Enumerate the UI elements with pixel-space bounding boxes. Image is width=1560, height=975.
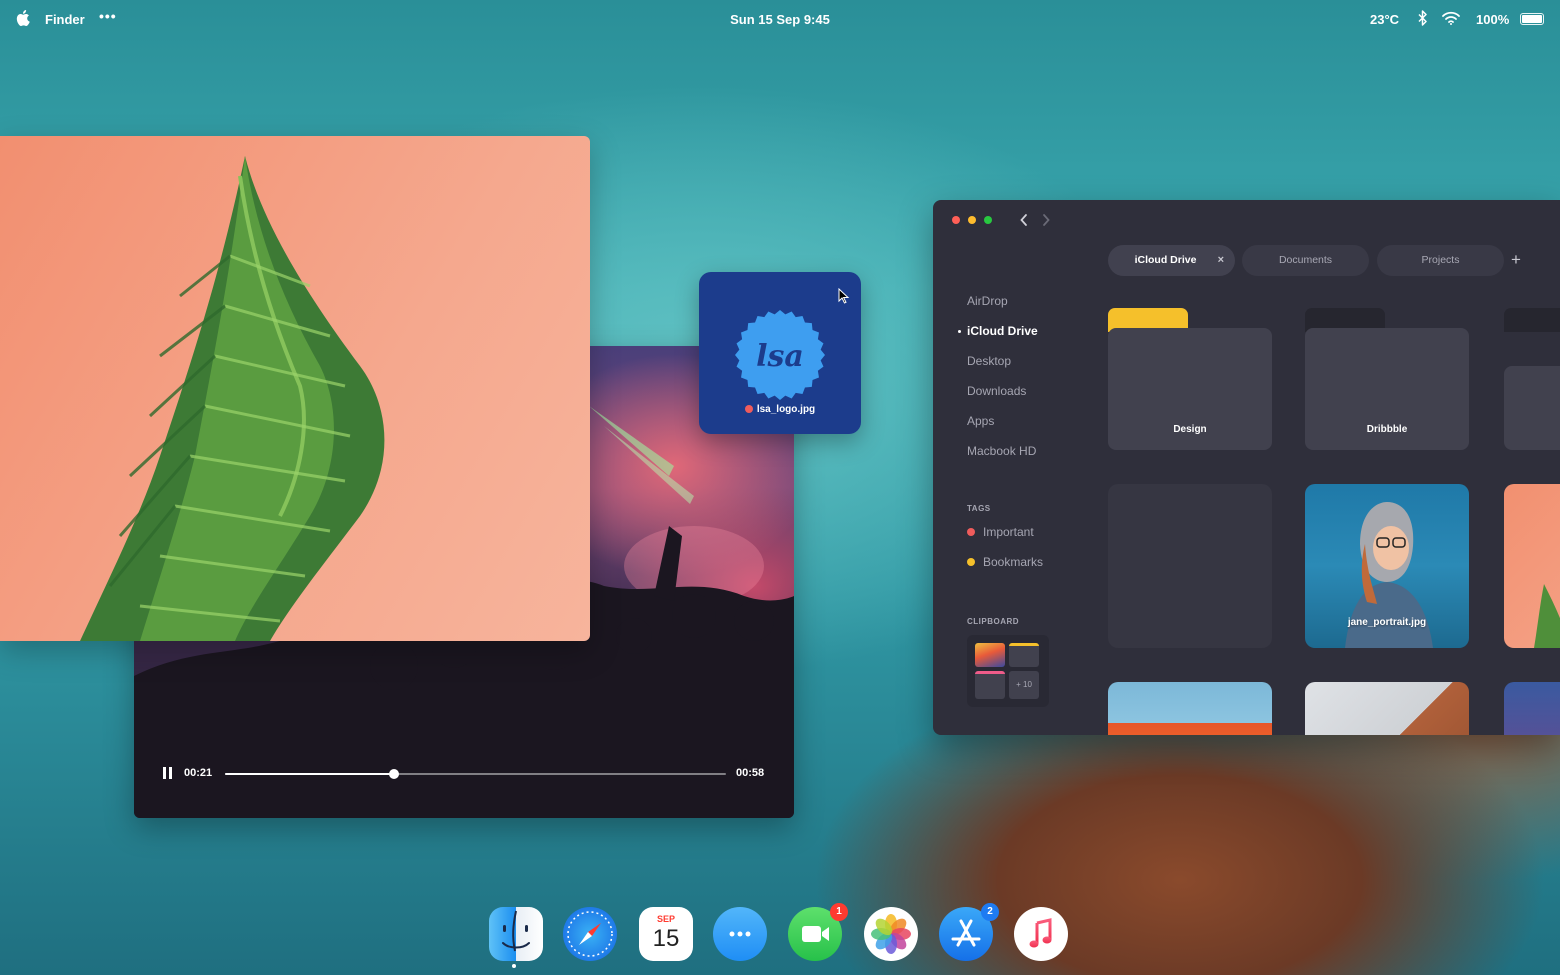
tab-label: Projects	[1421, 254, 1460, 266]
calendar-icon-day: 15	[652, 925, 680, 952]
clipboard-thumb	[975, 671, 1005, 699]
sidebar-tag-bookmarks[interactable]: Bookmarks	[983, 555, 1043, 569]
dock-facetime[interactable]: 1	[788, 903, 848, 961]
minimize-window-button[interactable]	[968, 216, 976, 224]
image-tile-label: jane_portrait.jpg	[1347, 617, 1427, 628]
dragged-file-lsa-logo[interactable]: lsa lsa_logo.jpg	[699, 272, 861, 434]
dock-finder[interactable]	[489, 907, 543, 961]
dock-photos[interactable]	[864, 907, 918, 961]
pine-thumbnail	[1534, 584, 1560, 648]
dragged-file-name: lsa_logo.jpg	[699, 404, 861, 415]
clipboard-thumb	[975, 643, 1005, 667]
notification-badge: 1	[830, 903, 848, 921]
add-tab-button[interactable]: +	[1511, 251, 1521, 269]
folder-dribbble[interactable]: Dribbble	[1305, 308, 1469, 450]
photos-icon	[871, 914, 911, 954]
back-chevron-icon[interactable]	[1019, 213, 1029, 227]
tag-dot-bookmarks	[967, 558, 975, 566]
tab-label: iCloud Drive	[1134, 254, 1197, 266]
dragged-file-label: lsa_logo.jpg	[756, 404, 816, 415]
video-seek-progress	[225, 773, 395, 775]
tags-heading: TAGS	[967, 504, 991, 513]
sidebar-item-airdrop[interactable]: AirDrop	[967, 294, 1008, 308]
image-tile-jane-portrait[interactable]: jane_portrait.jpg	[1305, 484, 1469, 648]
folder-tab	[1504, 308, 1560, 332]
zoom-window-button[interactable]	[984, 216, 992, 224]
dock-messages[interactable]	[713, 907, 767, 961]
notification-badge: 2	[981, 903, 999, 921]
dock-app-store[interactable]: 2	[939, 903, 999, 961]
weather-temperature[interactable]: 23°C	[1370, 12, 1399, 27]
dock-music[interactable]	[1014, 907, 1068, 961]
folder-partial[interactable]	[1504, 308, 1560, 450]
folder-design[interactable]: Design	[1108, 308, 1272, 450]
image-tile-concert[interactable]	[1504, 682, 1560, 735]
video-seek-bar[interactable]	[225, 769, 726, 779]
clipboard-heading: CLIPBOARD	[967, 617, 1020, 626]
messages-icon	[729, 931, 751, 937]
finder-icon	[502, 910, 530, 952]
video-current-time: 00:21	[184, 767, 213, 779]
video-seek-handle[interactable]	[389, 769, 400, 779]
folder-body	[1504, 366, 1560, 450]
image-tile-building[interactable]	[1108, 682, 1272, 735]
tab-icloud-drive[interactable]: iCloud Drive ×	[1108, 245, 1235, 276]
sidebar-tag-important[interactable]: Important	[983, 525, 1034, 539]
logo-text: lsa	[756, 339, 804, 374]
image-tile-architecture[interactable]	[1305, 682, 1469, 735]
video-controls: 00:21 00:58	[134, 758, 794, 818]
sidebar-item-macbook-hd[interactable]: Macbook HD	[967, 444, 1036, 458]
folder-label: Design	[1173, 424, 1207, 435]
mouse-pointer-icon	[838, 288, 850, 304]
tag-dot-important	[744, 405, 753, 413]
photo-viewer-window[interactable]	[0, 136, 590, 641]
close-tab-icon[interactable]: ×	[1218, 245, 1224, 276]
sidebar-item-apps[interactable]: Apps	[967, 414, 994, 428]
folder-label: Dribbble	[1366, 424, 1408, 435]
sidebar-item-icloud-drive[interactable]: iCloud Drive	[958, 324, 1038, 338]
battery-icon[interactable]	[1520, 13, 1544, 25]
sidebar-item-desktop[interactable]: Desktop	[967, 354, 1011, 368]
forward-chevron-icon[interactable]	[1041, 213, 1051, 227]
wifi-icon[interactable]	[1442, 11, 1460, 25]
tab-projects[interactable]: Projects	[1377, 245, 1504, 276]
close-window-button[interactable]	[952, 216, 960, 224]
pause-icon[interactable]	[163, 767, 173, 779]
empty-item-tile[interactable]	[1108, 484, 1272, 648]
lsa-logo-badge: lsa	[735, 310, 825, 400]
menu-bar: Finder ••• Sun 15 Sep 9:45 23°C 100%	[0, 0, 1560, 38]
image-tile-pine[interactable]	[1504, 484, 1560, 648]
bluetooth-icon[interactable]	[1417, 10, 1429, 26]
tab-label: Documents	[1278, 254, 1333, 266]
battery-percentage[interactable]: 100%	[1476, 12, 1509, 27]
finder-window[interactable]: iCloud Drive × Documents Projects + AirD…	[933, 200, 1560, 735]
running-indicator	[512, 964, 516, 968]
sidebar-item-downloads[interactable]: Downloads	[967, 384, 1026, 398]
tag-dot-important	[967, 528, 975, 536]
dock-calendar[interactable]: SEP 15	[639, 907, 693, 961]
calendar-icon-month: SEP	[656, 914, 675, 924]
menubar-clock[interactable]: Sun 15 Sep 9:45	[0, 12, 1560, 27]
music-note-icon	[1029, 918, 1052, 948]
clipboard-more-count: + 10	[1009, 671, 1039, 699]
clipboard-thumb	[1009, 643, 1039, 667]
tab-documents[interactable]: Documents	[1242, 245, 1369, 276]
video-total-time: 00:58	[736, 767, 765, 779]
dock-safari[interactable]	[563, 907, 617, 961]
clipboard-stack[interactable]: + 10	[967, 635, 1049, 707]
pine-branch-photo	[80, 156, 385, 641]
safari-compass-icon	[567, 911, 613, 957]
